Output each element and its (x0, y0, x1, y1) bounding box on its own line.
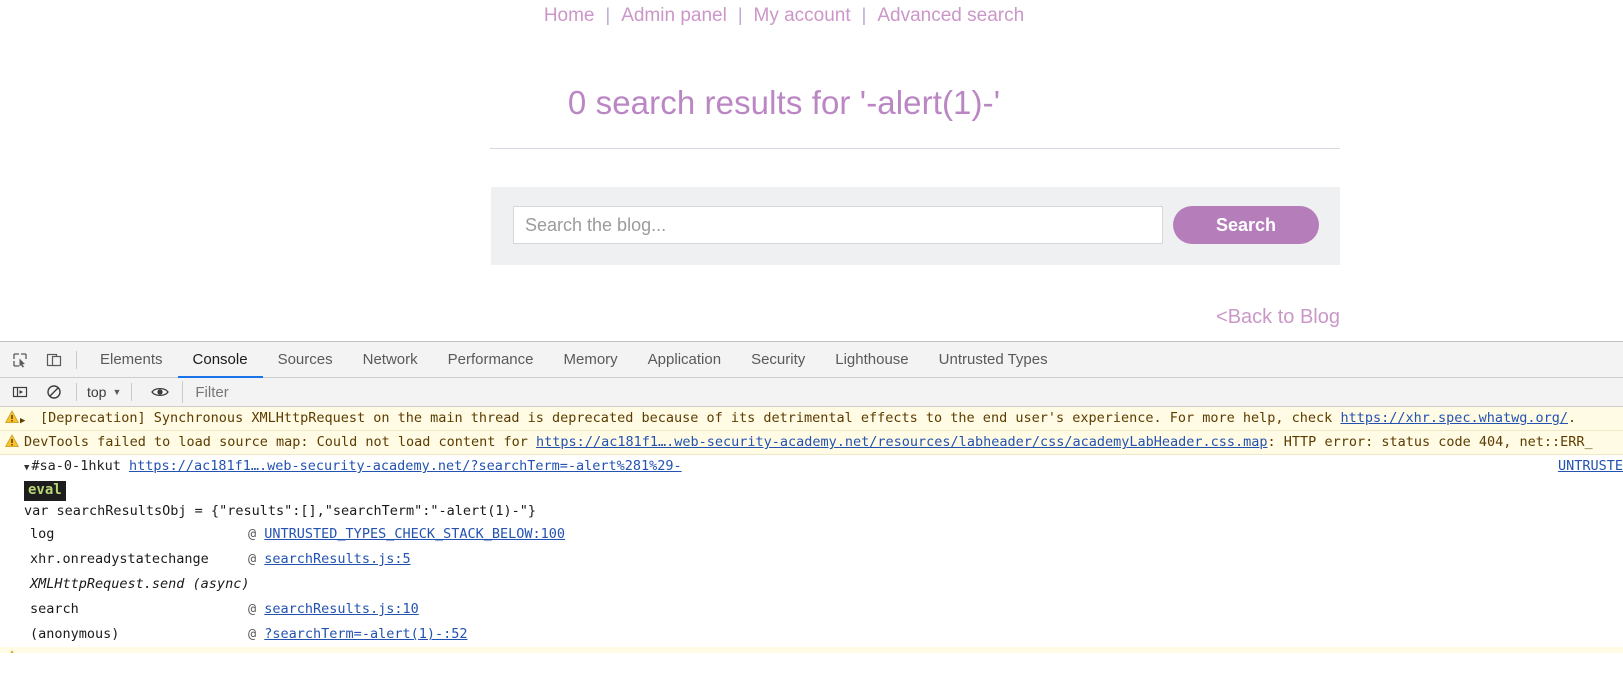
tab-network[interactable]: Network (348, 342, 433, 378)
stack-frame[interactable]: search @ searchResults.js:10 (0, 597, 1623, 622)
tab-lighthouse[interactable]: Lighthouse (820, 342, 923, 378)
expand-caret-icon[interactable]: ▶ (20, 412, 25, 431)
message-text-before: [Deprecation] Synchronous XMLHttpRequest… (40, 410, 1341, 426)
console-group-header[interactable]: ▼ #sa-0-1hkut https://ac181f1….web-securi… (0, 455, 1623, 480)
nav-link-admin-panel[interactable]: Admin panel (619, 5, 729, 26)
warning-triangle-icon (5, 410, 19, 423)
message-link[interactable]: https://xhr.spec.whatwg.org/ (1340, 410, 1568, 426)
devtools-tabbar: Elements Console Sources Network Perform… (0, 342, 1623, 378)
back-to-blog-wrapper: <Back to Blog (0, 306, 1340, 329)
inspect-element-icon[interactable] (6, 347, 34, 373)
nav-separator: | (737, 5, 743, 25)
console-code-line: var searchResultsObj = {"results":[],"se… (24, 503, 537, 519)
collapse-caret-icon[interactable]: ▼ (24, 463, 29, 473)
stack-frame[interactable]: log @ UNTRUSTED_TYPES_CHECK_STACK_BELOW:1… (0, 522, 1623, 547)
header-divider (490, 148, 1340, 149)
stack-frame-at: @ (248, 526, 257, 542)
stack-frame[interactable]: (anonymous) @ ?searchTerm=-alert(1)-:52 (0, 622, 1623, 647)
tab-elements[interactable]: Elements (85, 342, 178, 378)
search-panel: Search (491, 187, 1340, 265)
stack-frame-link[interactable]: UNTRUSTED_TYPES_CHECK_STACK_BELOW:100 (264, 526, 565, 542)
console-output[interactable]: ▶ [Deprecation] Synchronous XMLHttpReque… (0, 407, 1623, 679)
search-input[interactable] (513, 206, 1163, 244)
page-title: 0 search results for '-alert(1)-' (567, 84, 1001, 121)
stack-frame-at: @ (248, 601, 257, 617)
warning-triangle-icon (5, 434, 19, 447)
tab-memory[interactable]: Memory (549, 342, 633, 378)
stack-frame-at: @ (248, 626, 257, 642)
stack-frame-function: xhr.onreadystatechange (30, 551, 209, 567)
devtools-tab-list: Elements Console Sources Network Perform… (85, 342, 1063, 378)
message-link[interactable]: https://ac181f1….web-security-academy.ne… (536, 434, 1268, 450)
back-to-blog-link[interactable]: <Back to Blog (1216, 306, 1340, 328)
stack-frame-function: search (30, 601, 79, 617)
console-sidebar-icon[interactable] (6, 379, 34, 405)
tab-console[interactable]: Console (178, 342, 263, 378)
console-message-text: DevTools failed to load source map: Coul… (24, 434, 1593, 450)
tab-security[interactable]: Security (736, 342, 820, 378)
live-expression-eye-icon[interactable] (146, 379, 174, 405)
tab-untrusted-types[interactable]: Untrusted Types (924, 342, 1063, 378)
tab-application[interactable]: Application (633, 342, 736, 378)
console-message-text: [Deprecation] Synchronous XMLHttpRequest… (24, 409, 1576, 428)
tab-performance[interactable]: Performance (433, 342, 549, 378)
warning-triangle-icon (10, 650, 14, 653)
nav-link-home[interactable]: Home (542, 5, 597, 26)
eval-badge-row: eval (0, 480, 1623, 501)
nav-link-advanced-search[interactable]: Advanced search (875, 5, 1026, 26)
stack-frame-function: (anonymous) (30, 626, 120, 642)
tab-sources[interactable]: Sources (263, 342, 348, 378)
chevron-down-icon: ▼ (112, 387, 122, 397)
clear-console-icon[interactable] (40, 379, 68, 405)
toolbar-divider (76, 383, 77, 401)
stack-frame-function: XMLHttpRequest.send (async) (30, 576, 250, 592)
console-context-selector[interactable]: top ▼ (85, 384, 123, 400)
nav-separator: | (605, 5, 611, 25)
group-label: #sa-0-1hkut (31, 458, 121, 474)
console-toolbar: top ▼ (0, 378, 1623, 407)
search-button[interactable]: Search (1173, 206, 1319, 244)
eval-badge: eval (24, 481, 66, 501)
console-message-warning[interactable]: ▶ [Deprecation] Synchronous XMLHttpReque… (0, 407, 1623, 431)
stack-frame-link[interactable]: ?searchTerm=-alert(1)-:52 (264, 626, 467, 642)
search-results-header: 0 search results for '-alert(1)-' (0, 84, 1568, 122)
stack-frame-link[interactable]: searchResults.js:10 (264, 601, 418, 617)
stack-frame-at: @ (248, 551, 257, 567)
top-nav: Home | Admin panel | My account | Advanced sea… (0, 0, 1568, 27)
console-context-label: top (87, 384, 107, 400)
console-filter-input[interactable] (182, 381, 1617, 403)
console-message-warning-clipped[interactable] (0, 647, 1623, 653)
lab-page: Home | Admin panel | My account | Advanced sea… (0, 0, 1623, 341)
message-text-after: . (1568, 410, 1577, 426)
stack-frame-link[interactable]: searchResults.js:5 (264, 551, 410, 567)
devtools-panel: Elements Console Sources Network Perform… (0, 341, 1623, 680)
group-source-url[interactable]: https://ac181f1….web-security-academy.ne… (129, 458, 682, 474)
toolbar-divider (131, 383, 133, 401)
toolbar-divider (76, 350, 77, 369)
group-right-tag[interactable]: UNTRUSTE (1558, 457, 1623, 476)
device-toolbar-icon[interactable] (40, 347, 68, 373)
console-message-warning[interactable]: DevTools failed to load source map: Coul… (0, 431, 1623, 455)
message-text-after: : HTTP error: status code 404, net::ERR_ (1267, 434, 1593, 450)
message-text-before: DevTools failed to load source map: Coul… (24, 434, 537, 450)
stack-frame[interactable]: xhr.onreadystatechange @ searchResults.js… (0, 547, 1623, 572)
stack-frame-function: log (30, 526, 55, 542)
nav-separator: | (861, 5, 867, 25)
nav-link-my-account[interactable]: My account (752, 5, 853, 26)
stack-frame-async: XMLHttpRequest.send (async) (0, 572, 1623, 597)
